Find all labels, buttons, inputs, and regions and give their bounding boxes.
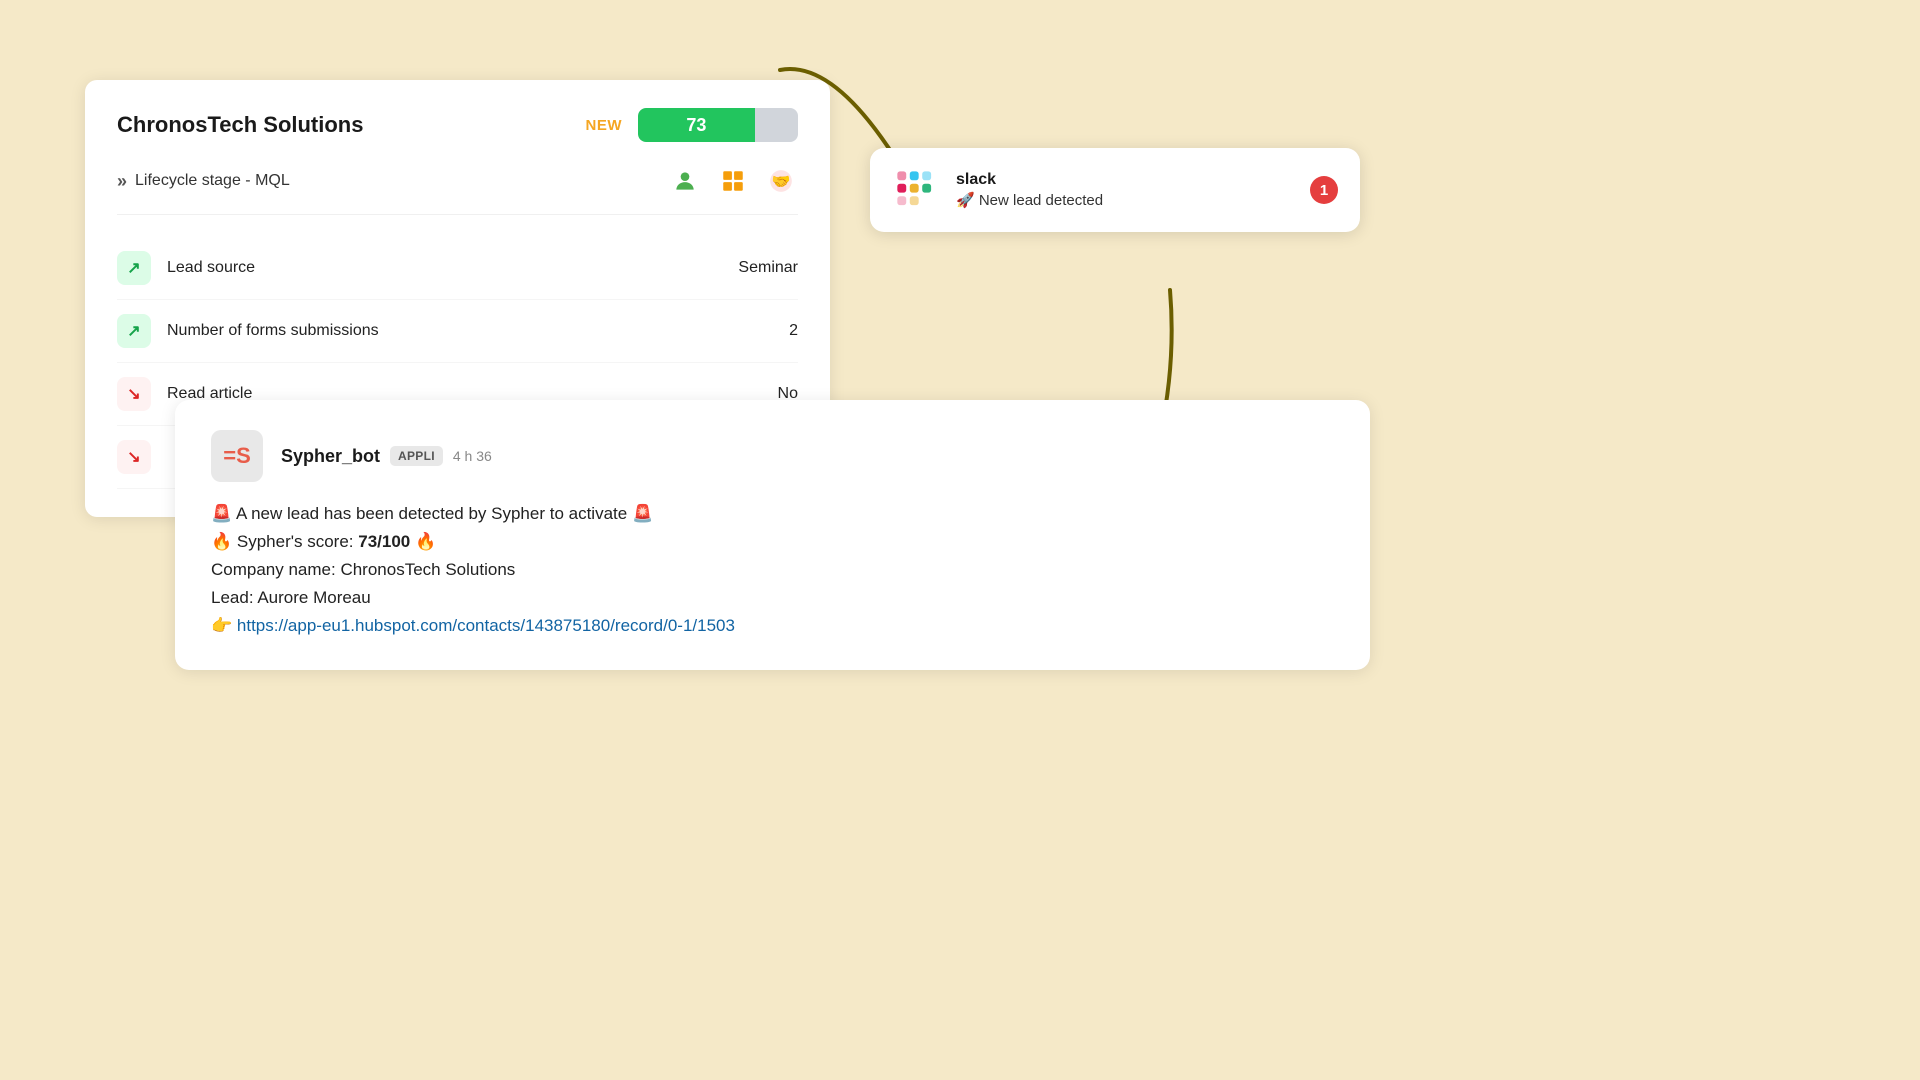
slack-notification-message: 🚀 New lead detected xyxy=(956,191,1294,209)
sypher-avatar-icon: =S xyxy=(223,443,251,469)
slack-badge-count: 1 xyxy=(1310,176,1338,204)
message-time: 4 h 36 xyxy=(453,448,492,464)
metric-icon-1: ↗ xyxy=(117,251,151,285)
slack-line-3: Company name: ChronosTech Solutions xyxy=(211,556,1334,584)
chevrons-icon: » xyxy=(117,171,127,192)
sypher-name-area: Sypher_bot APPLI 4 h 36 xyxy=(281,446,492,467)
metric-value-2: 2 xyxy=(789,322,798,340)
metric-icon-2: ↗ xyxy=(117,314,151,348)
metric-icon-4: ↘ xyxy=(117,440,151,474)
slack-notification-content: slack 🚀 New lead detected xyxy=(956,171,1294,209)
hubspot-link[interactable]: https://app-eu1.hubspot.com/contacts/143… xyxy=(237,616,735,635)
metric-row-1: ↗ Lead source Seminar xyxy=(117,237,798,300)
line2-score: 73/100 xyxy=(358,532,410,551)
metric-name-2: Number of forms submissions xyxy=(167,322,773,340)
lifecycle-text: Lifecycle stage - MQL xyxy=(135,172,290,190)
company-name: ChronosTech Solutions xyxy=(117,112,363,138)
lifecycle-label: » Lifecycle stage - MQL xyxy=(117,171,290,192)
metric-icon-3: ↘ xyxy=(117,377,151,411)
slack-msg-body: 🚨 A new lead has been detected by Sypher… xyxy=(211,500,1334,640)
bot-name: Sypher_bot xyxy=(281,446,380,467)
slack-app-name: slack xyxy=(956,171,1294,189)
slack-line-4: Lead: Aurore Moreau xyxy=(211,584,1334,612)
appli-badge: APPLI xyxy=(390,446,443,466)
slack-line-link: 👉 https://app-eu1.hubspot.com/contacts/1… xyxy=(211,612,1334,640)
metric-name-1: Lead source xyxy=(167,259,722,277)
metric-row-2: ↗ Number of forms submissions 2 xyxy=(117,300,798,363)
slack-line-2: 🔥 Sypher's score: 73/100 🔥 xyxy=(211,528,1334,556)
line2-prefix: 🔥 Sypher's score: xyxy=(211,532,358,551)
status-badge: NEW xyxy=(586,117,623,134)
grid-icon xyxy=(716,164,750,198)
sypher-name-row: Sypher_bot APPLI 4 h 36 xyxy=(281,446,492,467)
sypher-avatar: =S xyxy=(211,430,263,482)
slack-notification-card: slack 🚀 New lead detected 1 xyxy=(870,148,1360,232)
link-prefix: 👉 xyxy=(211,616,237,635)
line2-suffix: 🔥 xyxy=(410,532,436,551)
slack-line-1: 🚨 A new lead has been detected by Sypher… xyxy=(211,500,1334,528)
person-icon xyxy=(668,164,702,198)
metric-value-1: Seminar xyxy=(738,259,798,277)
slack-message-card: =S Sypher_bot APPLI 4 h 36 🚨 A new lead … xyxy=(175,400,1370,670)
lifecycle-row: » Lifecycle stage - MQL xyxy=(117,164,798,215)
hubspot-header: ChronosTech Solutions NEW 73 xyxy=(117,108,798,142)
slack-logo xyxy=(892,166,940,214)
score-fill: 73 xyxy=(638,108,755,142)
slack-msg-header: =S Sypher_bot APPLI 4 h 36 xyxy=(211,430,1334,482)
